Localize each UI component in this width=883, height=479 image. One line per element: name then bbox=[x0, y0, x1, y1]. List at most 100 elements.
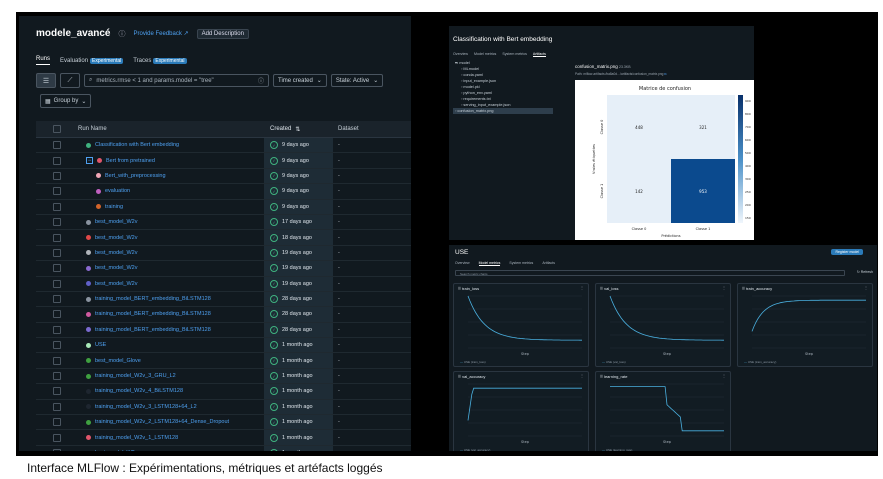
row-checkbox[interactable] bbox=[53, 156, 61, 165]
add-description-button[interactable]: Add Description bbox=[196, 28, 249, 39]
tab-model-metrics[interactable]: Model metrics bbox=[474, 52, 496, 57]
run-color-dot[interactable] bbox=[86, 419, 91, 425]
row-checkbox[interactable] bbox=[53, 233, 61, 242]
tab-traces[interactable]: Traces Experimental bbox=[133, 56, 187, 65]
run-name-link[interactable]: best_model_W2v bbox=[95, 450, 138, 451]
run-name-link[interactable]: training_model_BERT_embedding_BiLSTM128 bbox=[95, 327, 211, 333]
run-color-dot[interactable] bbox=[97, 158, 102, 164]
run-color-dot[interactable] bbox=[86, 404, 91, 410]
copy-icon[interactable]: ⧉ bbox=[664, 72, 666, 76]
row-checkbox[interactable] bbox=[53, 310, 61, 319]
metric-chart-train-accuracy[interactable]: ⠿ train_accuracy ⋮ Step — USE (train_accura… bbox=[737, 283, 873, 367]
run-name-link[interactable]: best_model_W2v bbox=[95, 219, 138, 225]
row-checkbox[interactable] bbox=[53, 418, 61, 427]
table-row[interactable]: best_model_W2v ✓ 17 days ago - bbox=[36, 214, 411, 231]
run-color-dot[interactable] bbox=[86, 142, 91, 148]
metric-chart-val-loss[interactable]: ⠿ val_loss ⋮ Step — USE (val_loss) bbox=[595, 283, 731, 367]
tab-evaluation[interactable]: Evaluation Experimental bbox=[60, 56, 124, 65]
run-color-dot[interactable] bbox=[86, 235, 91, 241]
state-dropdown[interactable]: State: Active ⌄ bbox=[330, 74, 384, 87]
run-name-link[interactable]: training_model_BERT_embedding_BiLSTM128 bbox=[95, 311, 211, 317]
table-row[interactable]: best_model_W2v ✓ 18 days ago - bbox=[36, 230, 411, 246]
tab-artifacts[interactable]: Artifacts bbox=[542, 261, 555, 266]
tab-overview[interactable]: Overview bbox=[455, 261, 470, 266]
row-checkbox[interactable] bbox=[53, 433, 61, 442]
column-created[interactable]: Created ⇅ bbox=[264, 121, 333, 137]
table-row[interactable]: training_model_BERT_embedding_BiLSTM128 ✓… bbox=[36, 322, 411, 339]
run-name-link[interactable]: best_model_Glove bbox=[95, 358, 141, 364]
run-color-dot[interactable] bbox=[86, 373, 91, 379]
select-all-checkbox[interactable] bbox=[53, 125, 61, 133]
table-row[interactable]: best_model_Glove ✓ 1 month ago - bbox=[36, 353, 411, 369]
table-row[interactable]: best_model_W2v ✓ 19 days ago - bbox=[36, 261, 411, 277]
run-name-link[interactable]: training_model_W2v_4_BiLSTM128 bbox=[95, 388, 183, 394]
run-color-dot[interactable] bbox=[86, 358, 91, 364]
row-checkbox[interactable] bbox=[53, 341, 61, 350]
run-name-link[interactable]: training bbox=[105, 204, 123, 210]
row-checkbox[interactable] bbox=[53, 402, 61, 411]
table-row[interactable]: Bert_with_preprocessing ✓ 9 days ago - bbox=[36, 168, 411, 185]
metric-chart-val-accuracy[interactable]: ⠿ val_accuracy ⋮ Step — USE (val_accuracy) bbox=[453, 371, 589, 451]
row-checkbox[interactable] bbox=[53, 264, 61, 273]
table-row[interactable]: training_model_W2v_3_LSTM128+64_L2 ✓ 1 mon… bbox=[36, 399, 411, 416]
row-checkbox[interactable] bbox=[53, 187, 61, 196]
tab-overview[interactable]: Overview bbox=[453, 52, 468, 57]
run-color-dot[interactable] bbox=[86, 281, 91, 287]
run-color-dot[interactable] bbox=[86, 342, 91, 348]
row-checkbox[interactable] bbox=[53, 295, 61, 304]
row-checkbox[interactable] bbox=[53, 387, 61, 396]
run-color-dot[interactable] bbox=[86, 388, 91, 394]
table-row[interactable]: training_model_W2v_1_LSTM128 ✓ 1 month ago… bbox=[36, 430, 411, 446]
table-row[interactable]: training ✓ 9 days ago - bbox=[36, 199, 411, 215]
row-checkbox[interactable] bbox=[53, 279, 61, 288]
table-view-button[interactable]: ☰ bbox=[36, 73, 56, 88]
run-color-dot[interactable] bbox=[96, 188, 101, 194]
help-icon[interactable]: ⓘ bbox=[258, 76, 264, 85]
row-checkbox[interactable] bbox=[53, 372, 61, 381]
metric-chart-train-loss[interactable]: ⠿ train_loss ⋮ Step — USE (train_loss) bbox=[453, 283, 589, 367]
table-row[interactable]: training_model_W2v_4_BiLSTM128 ✓ 1 month a… bbox=[36, 384, 411, 400]
run-name-link[interactable]: best_model_W2v bbox=[95, 250, 138, 256]
run-name-link[interactable]: Bert from pretrained bbox=[106, 158, 155, 164]
row-checkbox[interactable] bbox=[53, 171, 61, 180]
tab-runs[interactable]: Runs bbox=[36, 56, 51, 65]
row-checkbox[interactable] bbox=[53, 356, 61, 365]
row-checkbox[interactable] bbox=[53, 325, 61, 334]
run-name-link[interactable]: Classification with Bert embedding bbox=[95, 142, 179, 148]
row-checkbox[interactable] bbox=[53, 141, 61, 150]
tab-model-metrics[interactable]: Model metrics bbox=[478, 261, 501, 266]
table-row[interactable]: training_model_W2v_2_LSTM128+64_Dense_Dr… bbox=[36, 415, 411, 431]
run-name-link[interactable]: USE bbox=[95, 342, 106, 348]
tab-system-metrics[interactable]: System metrics bbox=[502, 52, 527, 57]
run-name-link[interactable]: best_model_W2v bbox=[95, 235, 138, 241]
run-name-link[interactable]: Bert_with_preprocessing bbox=[105, 173, 166, 179]
run-name-link[interactable]: training_model_W2v_2_LSTM128+64_Dense_Dr… bbox=[95, 419, 229, 425]
run-color-dot[interactable] bbox=[96, 204, 101, 210]
run-color-dot[interactable] bbox=[96, 173, 101, 179]
run-name-link[interactable]: training_model_W2v_1_LSTM128 bbox=[95, 435, 178, 441]
row-checkbox[interactable] bbox=[53, 248, 61, 257]
chart-view-button[interactable]: ⟋ bbox=[60, 73, 80, 88]
run-color-dot[interactable] bbox=[86, 219, 91, 225]
run-color-dot[interactable] bbox=[86, 435, 91, 441]
table-row[interactable]: best_model_W2v ✓ 1 month ago - bbox=[36, 445, 411, 451]
provide-feedback-link[interactable]: Provide Feedback ↗ bbox=[134, 30, 189, 37]
row-checkbox[interactable] bbox=[53, 218, 61, 227]
group-by-button[interactable]: ▦ Group by ⌄ bbox=[40, 94, 92, 108]
register-model-button[interactable]: Register model bbox=[831, 249, 863, 255]
metric-chart-learning-rate[interactable]: ⠿ learning_rate ⋮ Step — USE (learning_rate… bbox=[595, 371, 731, 451]
run-color-dot[interactable] bbox=[86, 450, 91, 451]
run-name-link[interactable]: best_model_W2v bbox=[95, 265, 138, 271]
runs-search-input[interactable]: ⌕ metrics.rmse < 1 and params.model = "t… bbox=[84, 74, 269, 87]
table-row[interactable]: best_model_W2v ✓ 19 days ago - bbox=[36, 245, 411, 262]
table-row[interactable]: best_model_W2v ✓ 19 days ago - bbox=[36, 276, 411, 292]
table-row[interactable]: USE ✓ 1 month ago - bbox=[36, 338, 411, 354]
run-color-dot[interactable] bbox=[86, 250, 91, 256]
table-row[interactable]: training_model_BERT_embedding_BiLSTM128 ✓… bbox=[36, 307, 411, 323]
metric-search-input[interactable]: Search metric charts bbox=[455, 270, 845, 276]
tab-artifacts[interactable]: Artifacts bbox=[532, 52, 546, 57]
column-run-name[interactable]: Run Name bbox=[78, 126, 264, 132]
run-name-link[interactable]: evaluation bbox=[105, 188, 130, 194]
run-name-link[interactable]: training_model_BERT_embedding_BiLSTM128 bbox=[95, 296, 211, 302]
tree-file[interactable]: ▫ confusion_matrix.png bbox=[453, 108, 553, 114]
